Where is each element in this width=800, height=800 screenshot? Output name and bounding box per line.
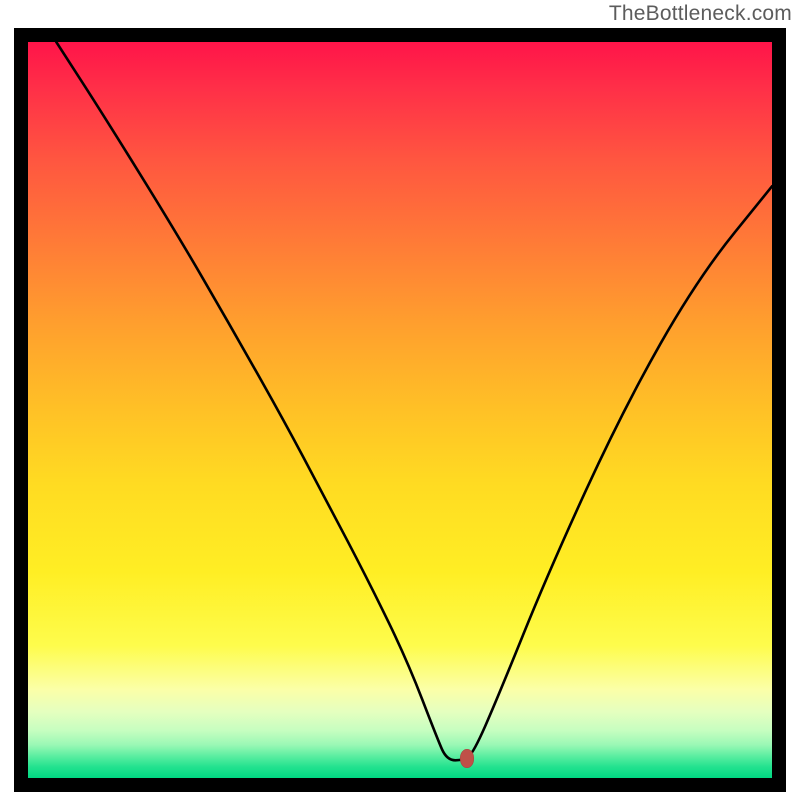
bottleneck-curve [28,42,772,778]
plot-border [14,28,786,792]
highlight-marker [460,749,474,768]
watermark-text: TheBottleneck.com [609,2,792,26]
plot-area [28,42,772,778]
chart-container: TheBottleneck.com [0,0,800,800]
